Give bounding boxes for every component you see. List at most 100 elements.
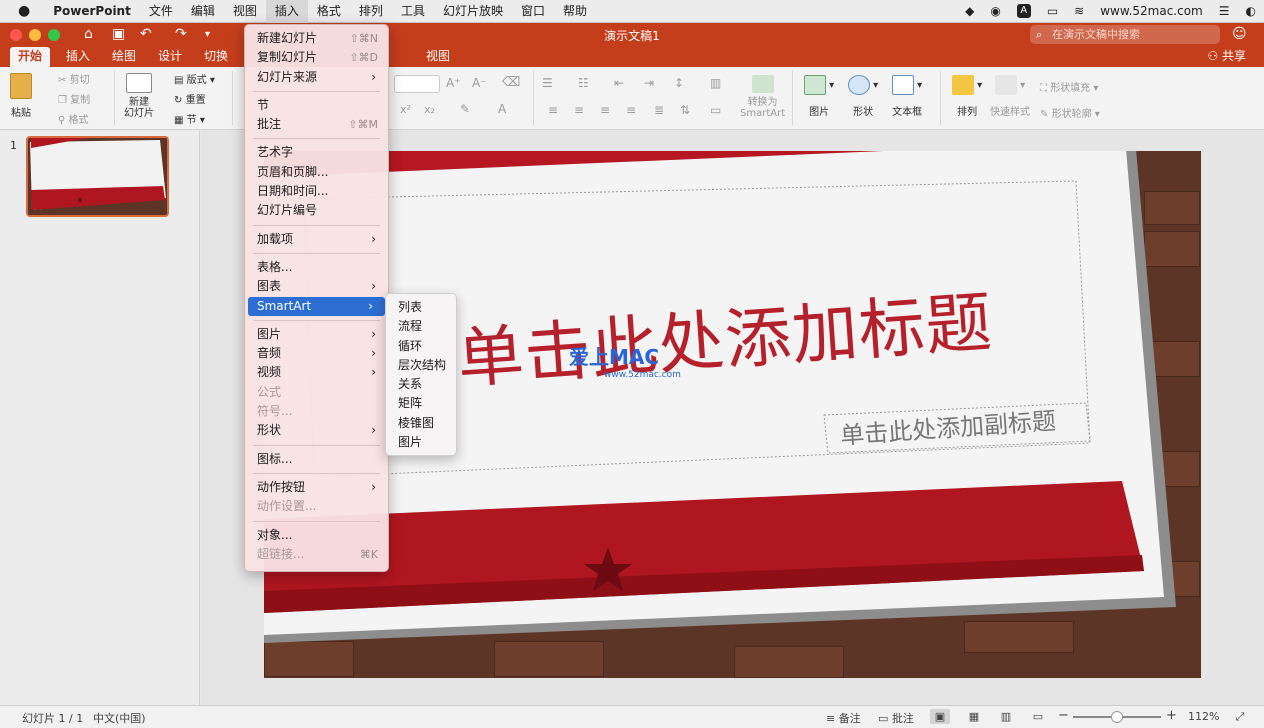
menubar-item[interactable]: 帮助 <box>554 0 596 23</box>
insert-menu-item[interactable]: 图标... <box>245 450 388 469</box>
textbox-button[interactable]: ▾ 文本框 <box>892 75 922 118</box>
zoom-in-button[interactable]: + <box>1166 708 1177 723</box>
mouse-icon[interactable]: ◉ <box>982 0 1008 23</box>
menubar-item[interactable]: 文件 <box>140 0 182 23</box>
language-indicator[interactable]: 中文(中国) <box>93 710 146 726</box>
tab-draw[interactable]: 绘图 <box>104 47 144 67</box>
shape-outline-button[interactable]: ✎ 形状轮廓 ▾ <box>1040 105 1100 120</box>
quick-styles-button[interactable]: ▾ 快速样式 <box>990 75 1030 118</box>
shape-fill-button[interactable]: ⛶ 形状填充 ▾ <box>1040 79 1098 94</box>
smartart-submenu-item[interactable]: 流程 <box>386 317 456 336</box>
menubar-item[interactable]: 幻灯片放映 <box>434 0 512 23</box>
numbering-icon[interactable]: ☷ <box>578 76 589 90</box>
copy-button[interactable]: ❐ 复制 <box>58 91 90 106</box>
tab-home[interactable]: 开始 <box>10 47 51 67</box>
insert-menu-item[interactable]: 音频 › <box>245 344 388 363</box>
insert-menu-item[interactable]: 形状 › <box>245 421 388 440</box>
insert-menu-item[interactable]: 节 <box>245 96 388 115</box>
insert-menu-item[interactable]: 批注 ⇧⌘M <box>245 115 388 134</box>
clear-format-icon[interactable]: ⌫ <box>502 75 520 90</box>
tab-design[interactable]: 设计 <box>150 47 190 67</box>
picture-button[interactable]: ▾ 图片 <box>804 75 834 118</box>
menubar-item[interactable]: 工具 <box>392 0 434 23</box>
insert-menu-item[interactable]: 复制幻灯片 ⇧⌘D <box>245 48 388 67</box>
insert-menu-item[interactable]: 表格... <box>245 258 388 277</box>
zoom-out-button[interactable]: − <box>1058 708 1069 723</box>
control-center-icon[interactable]: ☰ <box>1211 0 1238 23</box>
align-left-icon[interactable]: ≡ <box>548 103 558 117</box>
smartart-submenu-item[interactable]: 图片 <box>386 433 456 452</box>
insert-menu-item[interactable]: 幻灯片来源 › <box>245 68 388 87</box>
insert-menu-item[interactable]: 图表 › <box>245 277 388 296</box>
columns-icon[interactable]: ▥ <box>710 76 721 90</box>
slideshow-button[interactable]: ▭ <box>1028 709 1048 724</box>
battery-icon[interactable]: ▭ <box>1039 0 1066 23</box>
tab-insert[interactable]: 插入 <box>58 47 98 67</box>
input-method-icon[interactable]: A <box>1009 0 1039 23</box>
new-slide-button[interactable]: 新建 幻灯片 <box>124 73 154 119</box>
smartart-submenu-item[interactable]: 列表 <box>386 298 456 317</box>
text-direction-icon[interactable]: ⇅ <box>680 103 690 117</box>
menubar-item[interactable]: 视图 <box>224 0 266 23</box>
smartart-submenu-item[interactable]: 循环 <box>386 337 456 356</box>
subscript-icon[interactable]: x₂ <box>424 103 435 116</box>
slide-sorter-button[interactable]: ▦ <box>964 709 984 724</box>
highlight-icon[interactable]: ✎ <box>460 102 470 116</box>
tab-transitions[interactable]: 切换 <box>196 47 236 67</box>
zoom-slider-knob[interactable] <box>1111 711 1123 723</box>
align-center-icon[interactable]: ≡ <box>574 103 584 117</box>
comments-button[interactable]: ▭ 批注 <box>878 710 914 726</box>
notes-button[interactable]: ≡ 备注 <box>826 710 861 726</box>
insert-menu-item[interactable]: 幻灯片编号 <box>245 201 388 220</box>
menubar-item[interactable]: 格式 <box>308 0 350 23</box>
font-size-dropdown[interactable] <box>394 75 440 93</box>
insert-menu-item[interactable]: 图片 › <box>245 325 388 344</box>
menubar-item[interactable]: 编辑 <box>182 0 224 23</box>
wifi-icon[interactable]: ≋ <box>1066 0 1092 23</box>
smartart-submenu-item[interactable]: 层次结构 <box>386 356 456 375</box>
layout-button[interactable]: ▤ 版式 ▾ <box>174 71 215 86</box>
align-right-icon[interactable]: ≡ <box>600 103 610 117</box>
convert-smartart-button[interactable]: 转换为 SmartArt <box>740 75 785 119</box>
cut-button[interactable]: ✂ 剪切 <box>58 71 90 86</box>
zoom-level[interactable]: 112% <box>1188 710 1219 723</box>
insert-menu-item[interactable]: 新建幻灯片 ⇧⌘N <box>245 29 388 48</box>
menubar-item[interactable]: 插入 <box>265 0 308 23</box>
tab-view[interactable]: 视图 <box>418 47 458 67</box>
smartart-submenu-item[interactable]: 矩阵 <box>386 394 456 413</box>
insert-menu-item[interactable]: SmartArt › <box>248 296 385 316</box>
format-painter-button[interactable]: ⚲ 格式 <box>58 111 89 126</box>
font-color-icon[interactable]: A <box>498 102 506 116</box>
share-button[interactable]: ⚇ 共享 <box>1207 47 1246 65</box>
reset-button[interactable]: ↻ 重置 <box>174 91 206 106</box>
apple-menu-icon[interactable]: ● <box>0 0 44 23</box>
insert-menu-item[interactable]: 对象... <box>245 526 388 545</box>
decrease-font-icon[interactable]: A⁻ <box>472 76 487 90</box>
section-button[interactable]: ▦ 节 ▾ <box>174 111 205 126</box>
superscript-icon[interactable]: x² <box>400 103 411 116</box>
justify-icon[interactable]: ≡ <box>626 103 636 117</box>
line-spacing-icon[interactable]: ↕ <box>674 76 684 90</box>
smartart-submenu-item[interactable]: 关系 <box>386 375 456 394</box>
insert-menu-item[interactable]: 加载项 › <box>245 230 388 249</box>
search-input[interactable]: ⌕ 在演示文稿中搜索 <box>1030 25 1220 44</box>
app-menu[interactable]: PowerPoint <box>44 0 140 23</box>
insert-menu-item[interactable]: 艺术字 <box>245 143 388 162</box>
qq-icon[interactable]: ◆ <box>957 0 982 23</box>
slide-thumbnail[interactable] <box>26 136 169 217</box>
increase-indent-icon[interactable]: ⇥ <box>644 76 654 90</box>
insert-menu-item[interactable]: 日期和时间... <box>245 182 388 201</box>
shape-button[interactable]: ▾ 形状 <box>848 75 878 118</box>
reading-view-button[interactable]: ▥ <box>996 709 1016 724</box>
normal-view-button[interactable]: ▣ <box>930 709 950 724</box>
bullets-icon[interactable]: ☰ <box>542 76 553 90</box>
align-text-icon[interactable]: ▭ <box>710 103 721 117</box>
insert-menu-item[interactable]: 视频 › <box>245 363 388 382</box>
smartart-submenu-item[interactable]: 棱锥图 <box>386 414 456 433</box>
insert-menu-item[interactable]: 动作按钮 › <box>245 478 388 497</box>
insert-menu-item[interactable]: 页眉和页脚... <box>245 163 388 182</box>
paste-button[interactable]: 粘贴 <box>10 73 32 119</box>
fit-to-window-button[interactable]: ⤢ <box>1230 709 1250 724</box>
menubar-item[interactable]: 窗口 <box>512 0 554 23</box>
siri-icon[interactable]: ◐ <box>1238 0 1264 23</box>
